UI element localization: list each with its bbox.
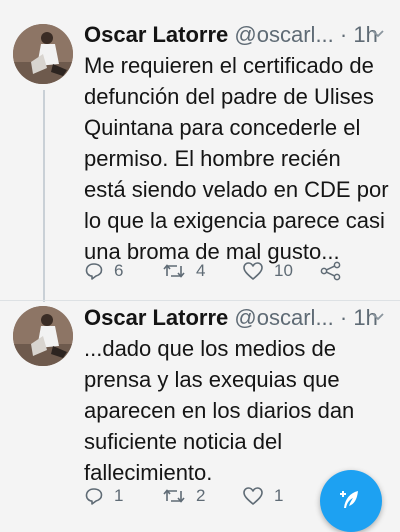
retweet-count: 2 (196, 486, 206, 505)
author-name[interactable]: Oscar Latorre (84, 22, 228, 47)
tweet-header: Oscar Latorre @oscarl... · 1h (84, 301, 392, 335)
tweet-header: Oscar Latorre @oscarl... · 1h (84, 18, 392, 52)
share-button[interactable] (320, 258, 352, 284)
tweet-actions: 6 4 10 (84, 258, 384, 284)
avatar[interactable] (13, 306, 73, 366)
author-handle[interactable]: @oscarl... (234, 22, 333, 47)
retweet-count: 4 (196, 261, 206, 280)
tweet-text-line: prensa y las exequias que (84, 367, 340, 392)
compose-feather-icon (340, 491, 358, 508)
tweet-text-line: permiso. El hombre recién (84, 146, 341, 171)
reply-button[interactable]: 6 (84, 258, 123, 284)
tweet-text-line: defunción del padre de Ulises (84, 84, 374, 109)
tweet-text-line: lo que la exigencia parece casi (84, 208, 385, 233)
reply-count: 6 (114, 261, 124, 280)
avatar[interactable] (13, 24, 73, 84)
reply-count: 1 (114, 486, 124, 505)
chevron-down-icon[interactable] (370, 27, 386, 41)
tweet-text: ...dado que los medios de prensa y las e… (84, 333, 394, 488)
heart-icon (243, 487, 263, 505)
tweet-text: Me requieren el certificado de defunción… (84, 50, 394, 267)
chevron-down-icon[interactable] (370, 310, 386, 324)
heart-icon (243, 262, 263, 280)
reply-icon (85, 488, 103, 505)
like-button[interactable]: 10 (242, 258, 293, 284)
tweet-text-line: Me requieren el certificado de (84, 53, 374, 78)
separator: · (339, 22, 348, 47)
separator: · (339, 305, 348, 330)
author-name[interactable]: Oscar Latorre (84, 305, 228, 330)
tweet-text-line: está siendo velado en CDE por (84, 177, 389, 202)
like-count: 1 (274, 486, 284, 505)
share-icon (320, 261, 341, 281)
tweet-text-line: ...dado que los medios de (84, 336, 336, 361)
reply-icon (85, 263, 103, 280)
like-count: 10 (274, 261, 293, 280)
tweet-text-line: suficiente noticia del (84, 429, 283, 454)
compose-tweet-button[interactable] (320, 470, 382, 532)
retweet-icon (163, 264, 185, 278)
retweet-icon (163, 489, 185, 503)
tweet-text-line: Quintana para concederle el (84, 115, 361, 140)
retweet-button[interactable]: 2 (162, 483, 205, 509)
retweet-button[interactable]: 4 (162, 258, 205, 284)
author-handle[interactable]: @oscarl... (234, 305, 333, 330)
tweet[interactable]: Oscar Latorre @oscarl... · 1h Me requier… (0, 0, 400, 300)
tweet-text-line: aparecen en los diarios dan (84, 398, 355, 423)
like-button[interactable]: 1 (242, 483, 283, 509)
reply-button[interactable]: 1 (84, 483, 123, 509)
